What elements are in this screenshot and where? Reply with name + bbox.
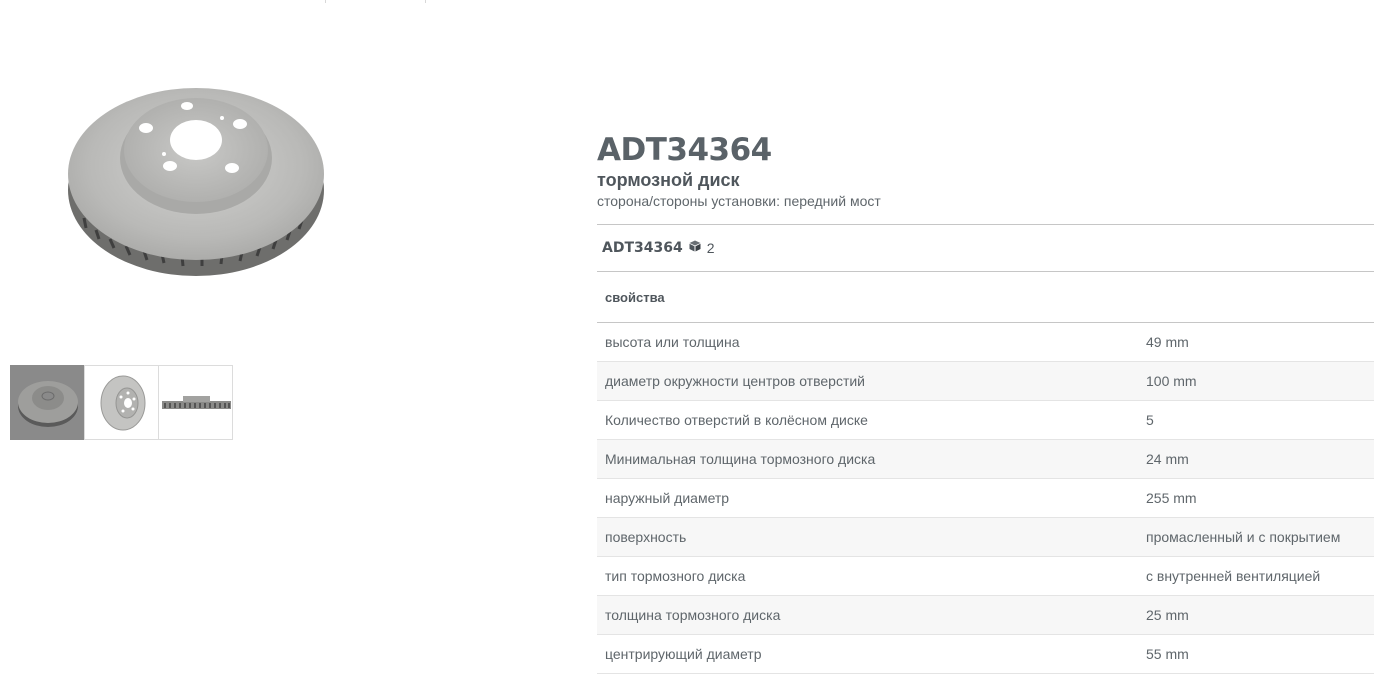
- property-value: с внутренней вентиляцией: [1146, 568, 1321, 584]
- property-name: высота или толщина: [605, 334, 740, 350]
- thumbnail-side[interactable]: [158, 365, 233, 440]
- property-value: 55 mm: [1146, 646, 1189, 662]
- property-row: центрирующий диаметр 55 mm: [597, 635, 1374, 674]
- top-divider-right: [425, 0, 426, 3]
- property-name: тип тормозного диска: [605, 568, 746, 584]
- property-name: поверхность: [605, 529, 687, 545]
- property-value: 49 mm: [1146, 334, 1189, 350]
- property-name: Минимальная толщина тормозного диска: [605, 451, 876, 467]
- properties-table: высота или толщина 49 mm диаметр окружно…: [597, 323, 1374, 674]
- product-name: тормозной диск: [597, 170, 740, 190]
- install-side-text: сторона/стороны установки: передний мост: [597, 193, 881, 209]
- thumbnail-angled[interactable]: [10, 365, 85, 440]
- property-name: толщина тормозного диска: [605, 607, 781, 623]
- thumbnail-front[interactable]: [84, 365, 159, 440]
- property-value: промасленный и с покрытием: [1146, 529, 1341, 545]
- property-name: центрирующий диаметр: [605, 646, 762, 662]
- property-row: поверхность промасленный и с покрытием: [597, 518, 1374, 557]
- package-quantity: 2: [706, 240, 715, 256]
- property-name: Количество отверстий в колёсном диске: [605, 412, 868, 428]
- main-product-image[interactable]: [62, 78, 330, 283]
- top-divider-left: [325, 0, 326, 3]
- property-value: 100 mm: [1146, 373, 1197, 389]
- property-value: 25 mm: [1146, 607, 1189, 623]
- part-number-title: ADT34364: [597, 132, 772, 168]
- property-row: Количество отверстий в колёсном диске 5: [597, 401, 1374, 440]
- property-value: 5: [1146, 412, 1154, 428]
- property-name: наружный диаметр: [605, 490, 730, 506]
- property-row: тип тормозного диска с внутренней вентил…: [597, 557, 1374, 596]
- property-row: высота или толщина 49 mm: [597, 323, 1374, 362]
- property-row: диаметр окружности центров отверстий 100…: [597, 362, 1374, 401]
- property-row: наружный диаметр 255 mm: [597, 479, 1374, 518]
- product-details: ADT34364 тормозной диск сторона/стороны …: [597, 130, 1374, 674]
- box-icon: [689, 239, 701, 257]
- thumbnail-gallery: [10, 365, 233, 440]
- variant-row[interactable]: ADT34364 2: [597, 224, 1374, 272]
- property-row: Минимальная толщина тормозного диска 24 …: [597, 440, 1374, 479]
- variant-code: ADT34364: [602, 240, 683, 256]
- property-value: 24 mm: [1146, 451, 1189, 467]
- property-value: 255 mm: [1146, 490, 1197, 506]
- properties-header: свойства: [597, 272, 1374, 323]
- property-name: диаметр окружности центров отверстий: [605, 373, 865, 389]
- property-row: толщина тормозного диска 25 mm: [597, 596, 1374, 635]
